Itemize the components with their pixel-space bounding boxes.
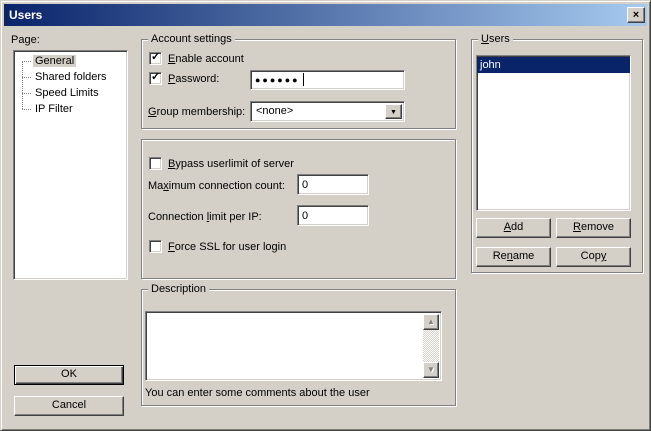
force-ssl-checkbox[interactable]: ✓ — [149, 240, 162, 253]
arrow-up-icon: ▲ — [427, 317, 435, 326]
users-list[interactable]: john — [476, 55, 631, 211]
tree-item-speed-limits[interactable]: Speed Limits — [14, 85, 127, 101]
scroll-down-button[interactable]: ▼ — [423, 362, 439, 378]
description-group: Description ▲ ▼ You can enter some comme… — [141, 289, 456, 406]
page-tree[interactable]: General Shared folders Speed Limits IP F… — [13, 50, 128, 280]
cancel-button[interactable]: Cancel — [14, 396, 124, 416]
tree-item-ip-filter[interactable]: IP Filter — [14, 101, 127, 117]
group-membership-value: <none> — [256, 105, 293, 118]
connection-limit-per-ip-input[interactable] — [297, 205, 369, 226]
bypass-userlimit-label: Bypass userlimit of server — [168, 158, 294, 171]
arrow-down-icon: ▼ — [427, 365, 435, 374]
max-connection-count-input[interactable] — [297, 174, 369, 195]
window-title: Users — [9, 4, 42, 26]
password-checkbox[interactable]: ✓ — [149, 72, 162, 85]
group-membership-label: Group membership: — [148, 106, 245, 119]
titlebar[interactable]: Users × — [4, 4, 647, 26]
close-icon: × — [633, 9, 639, 21]
description-hint: You can enter some comments about the us… — [145, 387, 370, 400]
description-textarea[interactable]: ▲ ▼ — [145, 311, 442, 381]
checkmark-icon: ✓ — [151, 51, 160, 64]
group-membership-select[interactable]: <none> ▼ — [250, 101, 405, 122]
scroll-up-button[interactable]: ▲ — [423, 314, 439, 330]
dropdown-button[interactable]: ▼ — [385, 104, 402, 119]
users-group: Users john Add Remove Rename Copy — [471, 39, 643, 273]
add-button[interactable]: Add — [476, 218, 551, 238]
chevron-down-icon: ▼ — [390, 109, 397, 116]
users-group-title: Users — [478, 33, 513, 46]
copy-button[interactable]: Copy — [556, 247, 631, 267]
text-caret — [303, 73, 304, 86]
rename-button[interactable]: Rename — [476, 247, 551, 267]
ok-button[interactable]: OK — [14, 365, 124, 385]
password-input[interactable]: ●●●●●● — [250, 70, 405, 90]
checkmark-icon: ✓ — [151, 71, 160, 84]
connection-limit-per-ip-label: Connection limit per IP: — [148, 211, 262, 224]
account-settings-title: Account settings — [148, 33, 235, 46]
password-masked-value: ●●●●●● — [255, 74, 300, 86]
list-item-john[interactable]: john — [477, 57, 630, 73]
connection-settings-frame: ✓ Bypass userlimit of server Maximum con… — [141, 139, 456, 279]
password-label: Password: — [168, 73, 219, 86]
tree-item-general[interactable]: General — [14, 53, 127, 69]
force-ssl-label: Force SSL for user login — [168, 241, 286, 254]
enable-account-checkbox[interactable]: ✓ — [149, 52, 162, 65]
vertical-scrollbar[interactable]: ▲ ▼ — [423, 314, 439, 378]
account-settings-group: Account settings ✓ Enable account ✓ Pass… — [141, 39, 456, 129]
description-title: Description — [148, 283, 209, 296]
close-button[interactable]: × — [627, 7, 645, 23]
max-connection-count-label: Maximum connection count: — [148, 180, 285, 193]
enable-account-label: Enable account — [168, 53, 244, 66]
page-label: Page: — [11, 34, 40, 47]
bypass-userlimit-checkbox[interactable]: ✓ — [149, 157, 162, 170]
tree-item-shared-folders[interactable]: Shared folders — [14, 69, 127, 85]
users-dialog: Users × Page: General Shared folders Spe… — [0, 0, 651, 431]
remove-button[interactable]: Remove — [556, 218, 631, 238]
